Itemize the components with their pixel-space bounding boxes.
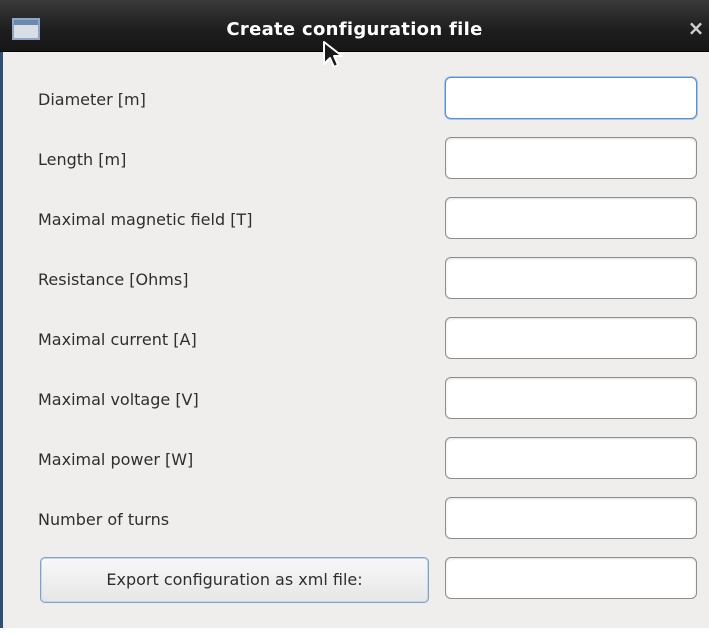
window-bottom-edge	[0, 628, 709, 635]
diameter-label: Diameter [m]	[38, 90, 146, 109]
form-row-voltage: Maximal voltage [V]	[3, 377, 709, 421]
diameter-input[interactable]	[445, 77, 697, 119]
form-row-length: Length [m]	[3, 137, 709, 181]
export-path-input[interactable]	[445, 557, 697, 599]
turns-input[interactable]	[445, 497, 697, 539]
power-input[interactable]	[445, 437, 697, 479]
form-row-power: Maximal power [W]	[3, 437, 709, 481]
window-title: Create configuration file	[226, 19, 483, 40]
close-button[interactable]: ×	[685, 14, 707, 42]
dialog-window: Create configuration file × Diameter [m]…	[0, 0, 709, 635]
current-label: Maximal current [A]	[38, 330, 197, 349]
form-row-turns: Number of turns	[3, 497, 709, 541]
title-bar[interactable]: Create configuration file ×	[0, 0, 709, 52]
magnetic-field-label: Maximal magnetic field [T]	[38, 210, 253, 229]
form-row-diameter: Diameter [m]	[3, 77, 709, 121]
form-row-current: Maximal current [A]	[3, 317, 709, 361]
current-input[interactable]	[445, 317, 697, 359]
resistance-input[interactable]	[445, 257, 697, 299]
export-xml-button[interactable]: Export configuration as xml file:	[40, 557, 429, 603]
power-label: Maximal power [W]	[38, 450, 194, 469]
form-row-export: Export configuration as xml file:	[3, 557, 709, 603]
resistance-label: Resistance [Ohms]	[38, 270, 189, 289]
voltage-input[interactable]	[445, 377, 697, 419]
voltage-label: Maximal voltage [V]	[38, 390, 199, 409]
magnetic-field-input[interactable]	[445, 197, 697, 239]
form-row-magnetic-field: Maximal magnetic field [T]	[3, 197, 709, 241]
length-label: Length [m]	[38, 150, 127, 169]
form-area: Diameter [m] Length [m] Maximal magnetic…	[3, 52, 709, 628]
length-input[interactable]	[445, 137, 697, 179]
mouse-cursor-icon	[323, 41, 343, 68]
form-row-resistance: Resistance [Ohms]	[3, 257, 709, 301]
turns-label: Number of turns	[38, 510, 170, 529]
